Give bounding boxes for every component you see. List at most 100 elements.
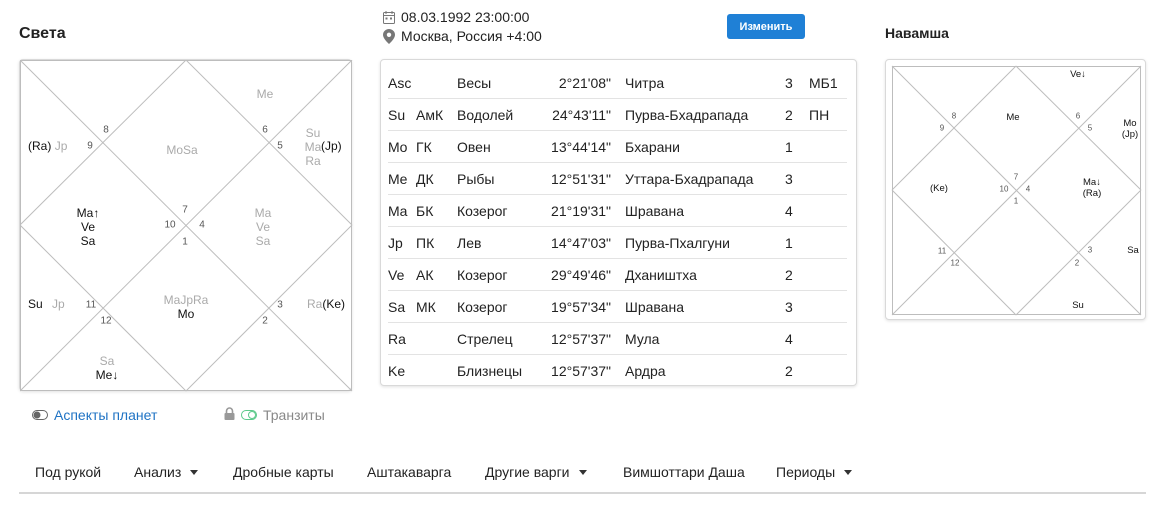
table-cell-degree: 14°47'03" bbox=[527, 226, 625, 259]
table-cell-karaka bbox=[416, 355, 457, 387]
rasi-house-6[interactable]: Me bbox=[257, 87, 274, 101]
nav-item-periods[interactable]: Периоды bbox=[776, 464, 853, 480]
planet-label: (Ra) bbox=[1082, 188, 1102, 199]
planet-label: Su bbox=[28, 297, 43, 311]
rasi-house-num: 11 bbox=[85, 299, 97, 311]
rasi-house-12[interactable]: Sa Me↓ bbox=[96, 354, 119, 382]
navamsa-house-1[interactable]: (Ke) bbox=[930, 183, 948, 194]
planet-label: (Ke) bbox=[322, 297, 346, 311]
navamsa-bottom-right[interactable]: Su bbox=[1072, 300, 1084, 311]
chevron-down-icon bbox=[190, 469, 199, 475]
table-cell-pada: 3 bbox=[785, 162, 809, 195]
nav-item-label: Дробные карты bbox=[233, 464, 334, 480]
toggle-switch-icon bbox=[241, 407, 257, 423]
rasi-house-5[interactable]: Su Ma Ra bbox=[305, 126, 322, 168]
birth-place-text: Москва, Россия +4:00 bbox=[401, 28, 542, 44]
aspects-toggle-label: Аспекты планет bbox=[54, 407, 158, 423]
navamsa-house-num: 7 bbox=[1013, 172, 1019, 182]
navamsa-chart-card: 10 1 4 7 8 9 5 6 11 12 3 2 (Ke) Ma↓ (Ra)… bbox=[885, 59, 1146, 320]
aspects-toggle[interactable]: Аспекты планет bbox=[32, 407, 157, 423]
table-cell-status bbox=[809, 258, 847, 291]
planet-label: Su bbox=[305, 126, 321, 140]
nav-item-analysis[interactable]: Анализ bbox=[134, 464, 199, 480]
nav-item-other-vargas[interactable]: Другие варги bbox=[485, 464, 587, 480]
transits-toggle[interactable]: Транзиты bbox=[224, 407, 325, 423]
table-cell-degree: 21°19'31" bbox=[527, 194, 625, 227]
rasi-house-num: 1 bbox=[182, 236, 188, 248]
table-cell-code: Mo bbox=[388, 130, 416, 163]
transits-toggle-label: Транзиты bbox=[263, 407, 325, 423]
planet-label: (Ke) bbox=[930, 183, 948, 194]
nav-item-label: Вимшоттари Даша bbox=[623, 464, 745, 480]
planet-label: Jp bbox=[54, 139, 68, 153]
planet-label: Ma bbox=[254, 206, 272, 220]
table-cell-karaka bbox=[416, 322, 457, 355]
planet-label: (Ra) bbox=[28, 139, 52, 153]
planet-label: Me↓ bbox=[95, 368, 119, 382]
navamsa-chart-title: Навамша bbox=[885, 25, 949, 41]
planet-label: Ve bbox=[255, 220, 271, 234]
rasi-house-7[interactable]: MoSa bbox=[166, 143, 197, 157]
nav-item-at-hand[interactable]: Под рукой bbox=[35, 464, 101, 480]
rasi-house-num: 12 bbox=[100, 315, 112, 327]
navamsa-house-4[interactable]: Ma↓ (Ra) bbox=[1083, 177, 1101, 199]
table-row: Jp ПК Лев 14°47'03" Пурва-Пхалгуни 1 bbox=[388, 226, 847, 259]
navamsa-chart-grid bbox=[891, 65, 1142, 316]
table-cell-nakshatra: Дхаништха bbox=[625, 258, 785, 291]
table-cell-pada: 1 bbox=[785, 226, 809, 259]
table-cell-code: Ma bbox=[388, 194, 416, 227]
planet-label: Me bbox=[1006, 112, 1020, 123]
navamsa-right-lower[interactable]: Sa bbox=[1127, 245, 1139, 256]
table-cell-nakshatra: Шравана bbox=[625, 290, 785, 323]
table-cell-code: Ve bbox=[388, 258, 416, 291]
table-cell-status bbox=[809, 130, 847, 163]
rasi-chart-title: Света bbox=[19, 25, 66, 42]
table-cell-sign: Близнецы bbox=[457, 362, 523, 379]
table-cell-status: ПН bbox=[809, 98, 847, 131]
planet-label: Ma↑ bbox=[76, 206, 100, 220]
planet-label: Sa bbox=[80, 234, 96, 248]
rasi-house-bottom-center[interactable]: MaJpRa Mo bbox=[164, 293, 209, 321]
rasi-house-1[interactable]: Ma↑ Ve Sa bbox=[77, 206, 100, 248]
table-cell-status bbox=[809, 290, 847, 323]
lock-icon bbox=[224, 407, 235, 423]
table-cell-sign: Стрелец bbox=[457, 322, 527, 355]
navamsa-house-num: 5 bbox=[1087, 123, 1093, 133]
navamsa-right-upper[interactable]: Mo (Jp) bbox=[1122, 118, 1138, 140]
table-cell-sign: Рыбы bbox=[457, 162, 527, 195]
table-cell-sign: Овен bbox=[457, 130, 527, 163]
table-cell-karaka: АК bbox=[416, 258, 457, 291]
planet-label: (Jp) bbox=[321, 139, 342, 153]
birth-place: Москва, Россия +4:00 bbox=[383, 28, 542, 44]
calendar-icon bbox=[383, 10, 395, 24]
navamsa-house-7[interactable]: Me bbox=[1006, 112, 1019, 123]
nav-item-divisional-charts[interactable]: Дробные карты bbox=[233, 464, 334, 480]
table-cell-status bbox=[809, 322, 847, 355]
table-row: Su АмК Водолей 24°43'11" Пурва-Бхадрапада 2 ПН bbox=[388, 98, 847, 131]
nav-item-vimshottari-dasha[interactable]: Вимшоттари Даша bbox=[623, 464, 745, 480]
table-cell-karaka: ПК bbox=[416, 226, 457, 259]
navamsa-top-right[interactable]: Ve↓ bbox=[1070, 69, 1086, 80]
planet-label: Ra bbox=[305, 154, 321, 168]
table-cell-sign: Козерог bbox=[457, 290, 527, 323]
rasi-house-num: 6 bbox=[262, 124, 268, 136]
rasi-house-num: 9 bbox=[87, 140, 93, 152]
chevron-down-icon bbox=[844, 469, 853, 475]
table-row: Ma БК Козерог 21°19'31" Шравана 4 bbox=[388, 194, 847, 227]
planet-label: Mo bbox=[1123, 118, 1137, 129]
planet-label: Me bbox=[256, 87, 274, 101]
table-cell-nakshatra: Ардра bbox=[625, 362, 666, 379]
change-birth-data-button[interactable]: Изменить bbox=[727, 14, 805, 39]
rasi-house-num: 4 bbox=[199, 219, 205, 231]
planet-label: Su bbox=[1072, 300, 1084, 311]
planet-label: (Jp) bbox=[1121, 129, 1139, 140]
nav-item-ashtakavarga[interactable]: Аштакаварга bbox=[367, 464, 451, 480]
rasi-house-4[interactable]: Ma Ve Sa bbox=[255, 206, 272, 248]
table-cell-code: Sa bbox=[388, 290, 416, 323]
table-cell-nakshatra: Пурва-Бхадрапада bbox=[625, 98, 785, 131]
table-cell-pada: 2 bbox=[785, 98, 809, 131]
planet-label: Mo bbox=[177, 307, 195, 321]
birth-datetime: 08.03.1992 23:00:00 bbox=[383, 9, 529, 25]
table-cell-nakshatra: Пурва-Пхалгуни bbox=[625, 226, 785, 259]
table-cell-nakshatra: Уттара-Бхадрапада bbox=[625, 162, 785, 195]
